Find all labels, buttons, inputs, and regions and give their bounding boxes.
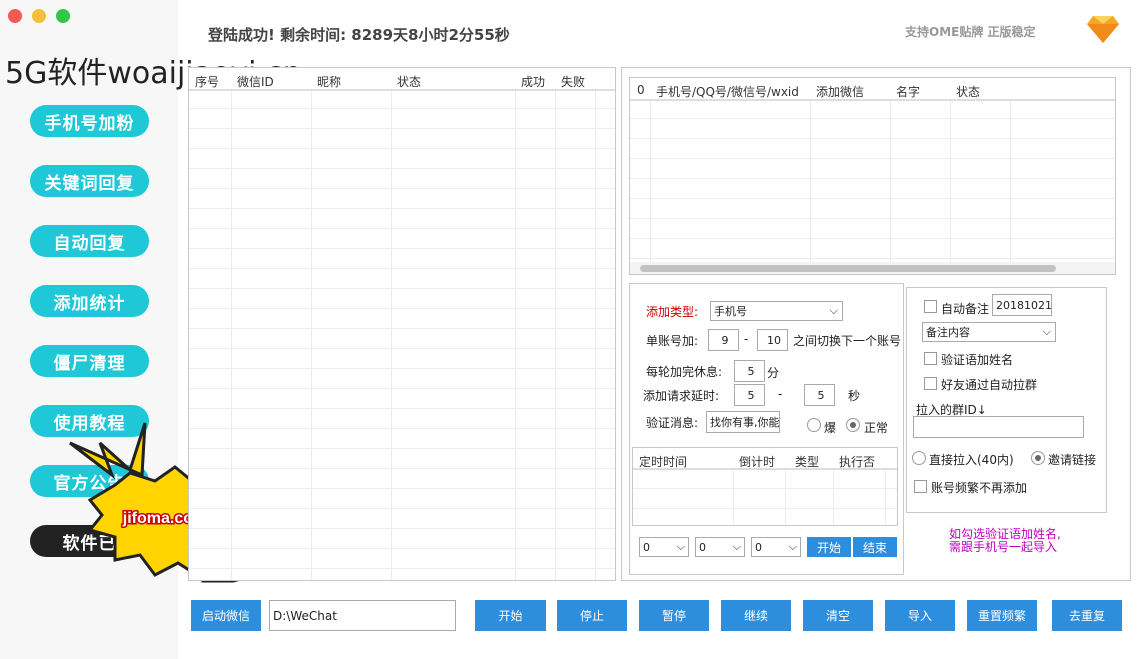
sidebar-item-add-stats[interactable]: 添加统计 xyxy=(30,285,149,317)
sidebar-item-phone-add[interactable]: 手机号加粉 xyxy=(30,105,149,137)
chevron-down-icon: ⌵ xyxy=(676,540,685,553)
radio-normal[interactable] xyxy=(846,418,860,432)
dash-text: - xyxy=(744,332,749,346)
continue-button[interactable]: 继续 xyxy=(721,600,791,631)
radio-normal-label: 正常 xyxy=(864,421,889,435)
group-id-input[interactable] xyxy=(913,416,1084,438)
contact-table[interactable]: 0 手机号/QQ号/微信号/wxid 添加微信 名字 状态 xyxy=(629,77,1116,275)
column-header: 昵称 xyxy=(317,75,342,89)
column-header: 定时时间 xyxy=(639,455,688,469)
auto-remark-checkbox[interactable] xyxy=(924,300,937,313)
column-header: 状态 xyxy=(956,85,981,99)
column-header: 类型 xyxy=(795,455,820,469)
table-header: 序号 微信ID 昵称 状态 成功 失败 xyxy=(189,68,615,91)
no-readd-label: 账号频繁不再添加 xyxy=(931,481,1028,495)
delay-label: 添加请求延时: xyxy=(643,389,720,403)
hour-value: 0 xyxy=(643,540,650,554)
account-table[interactable]: 序号 微信ID 昵称 状态 成功 失败 xyxy=(188,67,616,581)
radio-burst-label: 爆 xyxy=(824,421,837,435)
clear-button[interactable]: 清空 xyxy=(803,600,873,631)
chevron-down-icon: ⌵ xyxy=(1042,325,1051,338)
no-readd-checkbox[interactable] xyxy=(914,480,927,493)
chevron-down-icon: ⌵ xyxy=(732,540,741,553)
column-header: 添加微信 xyxy=(816,85,865,99)
table-header: 定时时间 倒计时 类型 执行否 xyxy=(633,448,897,470)
schedule-start-button[interactable]: 开始 xyxy=(807,537,851,557)
add-type-value: 手机号 xyxy=(714,305,747,318)
invite-link-label: 邀请链接 xyxy=(1048,453,1097,467)
delay-min-input[interactable]: 5 xyxy=(734,384,765,406)
import-note: 如勾选验证语加姓名, 需跟手机号一起导入 xyxy=(949,527,1061,554)
switch-account-text: 之间切换下一个账号 xyxy=(793,334,902,348)
sidebar-item-auto-reply[interactable]: 自动回复 xyxy=(30,225,149,257)
scrollbar-thumb[interactable] xyxy=(640,265,1056,272)
column-header: 手机号/QQ号/微信号/wxid xyxy=(656,85,799,99)
second-value: 0 xyxy=(755,540,762,554)
remark-date-input[interactable]: 20181021 xyxy=(992,294,1052,316)
slogan: 支持OME贴牌 正版稳定 xyxy=(905,25,1036,39)
delay-max-input[interactable]: 5 xyxy=(804,384,835,406)
hour-select[interactable]: 0 ⌵ xyxy=(639,537,689,557)
horizontal-scrollbar[interactable] xyxy=(630,262,1115,274)
column-header: 序号 xyxy=(195,75,220,89)
sidebar-item-zombie-clean[interactable]: 僵尸清理 xyxy=(30,345,149,377)
diamond-icon xyxy=(1087,16,1119,43)
auto-pull-group-checkbox[interactable] xyxy=(924,377,937,390)
rest-input[interactable]: 5 xyxy=(734,360,765,382)
minimize-window-icon[interactable] xyxy=(32,9,46,23)
chevron-down-icon: ⌵ xyxy=(788,540,797,553)
column-header: 微信ID xyxy=(237,75,274,89)
minute-select[interactable]: 0 ⌵ xyxy=(695,537,745,557)
launch-wechat-button[interactable]: 启动微信 xyxy=(191,600,261,631)
second-select[interactable]: 0 ⌵ xyxy=(751,537,801,557)
remark-content-select[interactable]: 备注内容 ⌵ xyxy=(922,322,1056,342)
auto-remark-label: 自动备注 xyxy=(941,302,990,316)
maximize-window-icon[interactable] xyxy=(56,9,70,23)
radio-burst[interactable] xyxy=(807,418,821,432)
sidebar-item-keyword-reply[interactable]: 关键词回复 xyxy=(30,165,149,197)
add-type-label: 添加类型: xyxy=(646,305,699,319)
verify-add-name-label: 验证语加姓名 xyxy=(941,353,1014,367)
column-header: 失败 xyxy=(561,75,586,89)
reset-frequent-button[interactable]: 重置频繁 xyxy=(967,600,1037,631)
add-type-select[interactable]: 手机号 ⌵ xyxy=(710,301,843,321)
remark-content-value: 备注内容 xyxy=(926,326,970,339)
start-button[interactable]: 开始 xyxy=(475,600,546,631)
column-header: 名字 xyxy=(896,85,921,99)
single-add-label: 单账号加: xyxy=(646,334,699,348)
column-header: 状态 xyxy=(397,75,422,89)
chevron-down-icon: ⌵ xyxy=(829,304,838,317)
single-max-input[interactable]: 10 xyxy=(757,329,788,351)
wechat-path-input[interactable]: D:\WeChat xyxy=(269,600,456,631)
schedule-table[interactable]: 定时时间 倒计时 类型 执行否 xyxy=(632,447,898,526)
verify-add-name-checkbox[interactable] xyxy=(924,352,937,365)
dedupe-button[interactable]: 去重复 xyxy=(1052,600,1122,631)
burst-rays xyxy=(69,422,147,480)
column-header: 倒计时 xyxy=(739,455,776,469)
schedule-end-button[interactable]: 结束 xyxy=(853,537,897,557)
delay-unit: 秒 xyxy=(848,389,861,403)
column-header: 执行否 xyxy=(839,455,876,469)
radio-invite-link[interactable] xyxy=(1031,451,1045,465)
minute-value: 0 xyxy=(699,540,706,554)
auto-pull-group-label: 好友通过自动拉群 xyxy=(941,378,1038,392)
table-header: 0 手机号/QQ号/微信号/wxid 添加微信 名字 状态 xyxy=(630,78,1115,101)
pause-button[interactable]: 暂停 xyxy=(639,600,709,631)
rest-unit: 分 xyxy=(767,366,780,380)
single-min-input[interactable]: 9 xyxy=(708,329,739,351)
verify-label: 验证消息: xyxy=(646,416,699,430)
column-header: 成功 xyxy=(521,75,546,89)
direct-pull-label: 直接拉入(40内) xyxy=(929,453,1014,467)
verify-message-input[interactable]: 找你有事,你能 xyxy=(706,411,780,433)
close-window-icon[interactable] xyxy=(8,9,22,23)
login-status: 登陆成功! 剩余时间: 8289天8小时2分55秒 xyxy=(208,26,510,44)
import-button[interactable]: 导入 xyxy=(885,600,955,631)
column-header: 0 xyxy=(637,83,645,97)
stop-button[interactable]: 停止 xyxy=(557,600,627,631)
radio-direct-pull[interactable] xyxy=(912,451,926,465)
dash-text: - xyxy=(778,387,783,401)
rest-label: 每轮加完休息: xyxy=(646,365,723,379)
